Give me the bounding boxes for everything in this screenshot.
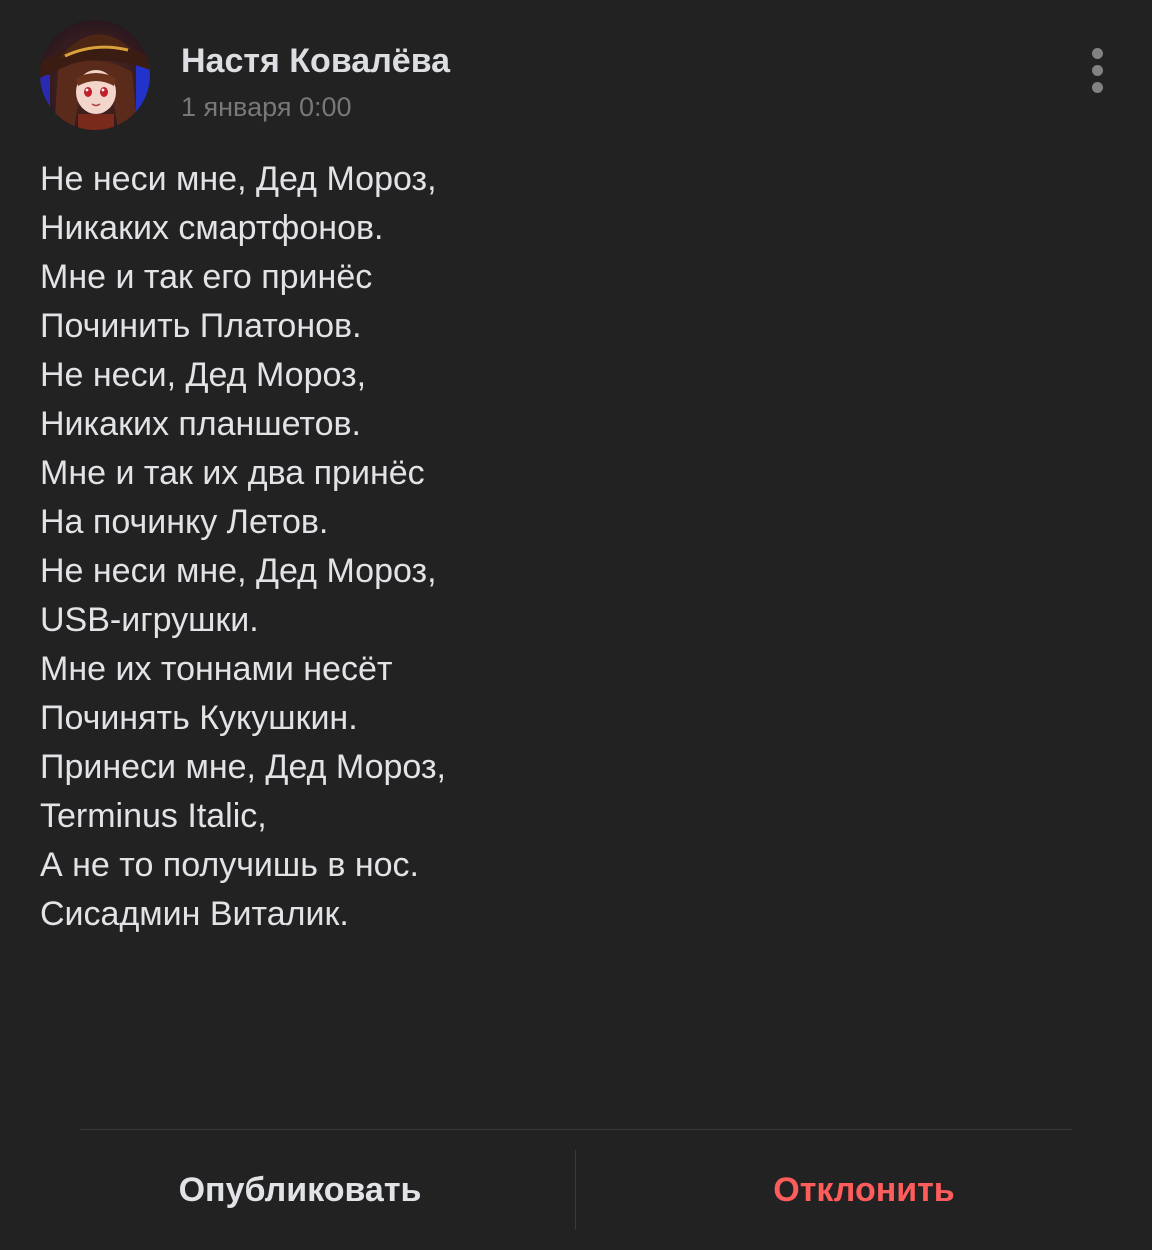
avatar-image (40, 20, 150, 130)
post-text: Не неси мне, Дед Мороз, Никаких смартфон… (40, 160, 446, 933)
reject-button[interactable]: Отклонить (576, 1130, 1152, 1250)
avatar[interactable] (40, 20, 150, 130)
more-dot (1092, 82, 1103, 93)
post-date: 1 января 0:00 (181, 92, 352, 122)
post-header: Настя Ковалёва 1 января 0:00 (40, 20, 1120, 130)
author-name[interactable]: Настя Ковалёва (181, 42, 450, 81)
more-vertical-icon[interactable] (1083, 48, 1113, 94)
more-dot (1092, 48, 1103, 59)
more-dot (1092, 65, 1103, 76)
publish-button[interactable]: Опубликовать (0, 1130, 600, 1250)
